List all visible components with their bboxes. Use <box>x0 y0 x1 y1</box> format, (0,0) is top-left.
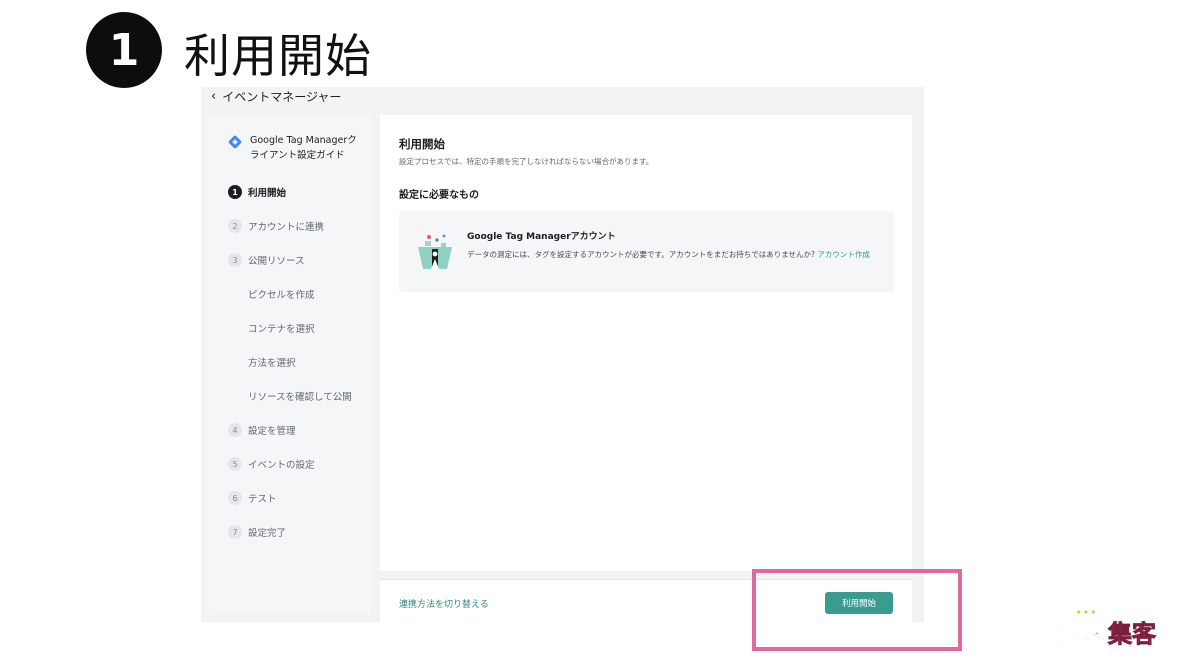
step-label: リソースを確認して公開 <box>248 392 352 403</box>
guide-header: Google Tag Managerクライアント設定ガイド <box>227 133 360 163</box>
slide-title: 利用開始 <box>184 29 372 83</box>
substep-item-select-container[interactable]: コンテナを選択 <box>228 311 368 345</box>
google-tag-manager-icon <box>227 134 243 150</box>
create-account-link[interactable]: アカウント作成 <box>817 250 870 259</box>
main-panel: 利用開始 設定プロセスでは、特定の手順を完了しなければならない場合があります。 … <box>380 115 912 571</box>
logo-text-left: 集まる <box>1058 625 1107 644</box>
step-label: イベントの設定 <box>248 460 315 471</box>
step-label: 公開リソース <box>248 256 305 267</box>
step-number: 2 <box>228 219 242 233</box>
step-list: 1 利用開始 2 アカウントに連携 3 公開リソース ピクセルを作成 コンテナを… <box>228 175 368 549</box>
card-body: データの測定には、タグを設定するアカウントが必要です。アカウントをまだお持ちでは… <box>467 248 882 262</box>
step-label: ピクセルを作成 <box>248 290 315 301</box>
screenshot-frame: ‹ イベントマネージャー Google Tag Managerクライアント設定ガ… <box>201 87 924 622</box>
back-to-events-manager-link[interactable]: ‹ イベントマネージャー <box>211 87 341 105</box>
logo-text-right: 集客 <box>1107 620 1157 648</box>
step-label: 設定を管理 <box>248 426 296 437</box>
guide-title: Google Tag Managerクライアント設定ガイド <box>250 135 357 161</box>
step-item-setup-complete[interactable]: 7 設定完了 <box>228 515 368 549</box>
requirements-heading: 設定に必要なもの <box>399 190 479 201</box>
step-number: 6 <box>228 491 242 505</box>
step-number: 4 <box>228 423 242 437</box>
main-title: 利用開始 <box>399 137 445 151</box>
step-item-event-setup[interactable]: 5 イベントの設定 <box>228 447 368 481</box>
main-description: 設定プロセスでは、特定の手順を完了しなければならない場合があります。 <box>399 157 654 166</box>
step-number: 1 <box>228 185 242 199</box>
step-label: アカウントに連携 <box>248 222 325 233</box>
setup-guide-sidebar: Google Tag Managerクライアント設定ガイド 1 利用開始 2 ア… <box>209 115 371 615</box>
step-item-manage-settings[interactable]: 4 設定を管理 <box>228 413 368 447</box>
brand-logo: ★ ★ ★ 集まる 集客 <box>1058 609 1157 648</box>
back-link-label: イベントマネージャー <box>222 89 342 104</box>
step-number: 7 <box>228 525 242 539</box>
switch-connection-method-link[interactable]: 連携方法を切り替える <box>399 597 489 610</box>
step-item-connect-account[interactable]: 2 アカウントに連携 <box>228 209 368 243</box>
step-number: 3 <box>228 253 242 267</box>
highlight-box <box>752 569 962 651</box>
chevron-left-icon: ‹ <box>211 88 217 104</box>
step-label: テスト <box>248 494 277 505</box>
step-label: 方法を選択 <box>248 358 296 369</box>
step-item-publish-resources[interactable]: 3 公開リソース <box>228 243 368 277</box>
substep-item-review-publish[interactable]: リソースを確認して公開 <box>228 379 368 413</box>
card-body-text: データの測定には、タグを設定するアカウントが必要です。アカウントをまだお持ちでは… <box>467 250 816 259</box>
substep-item-create-pixel[interactable]: ピクセルを作成 <box>228 277 368 311</box>
requirement-card: Google Tag Managerアカウント データの測定には、タグを設定する… <box>399 211 894 292</box>
step-label: コンテナを選択 <box>248 324 315 335</box>
step-label: 設定完了 <box>248 528 287 539</box>
step-number-badge: 1 <box>86 12 162 88</box>
step-item-start[interactable]: 1 利用開始 <box>228 175 368 209</box>
step-label: 利用開始 <box>248 188 287 199</box>
step-item-test[interactable]: 6 テスト <box>228 481 368 515</box>
shopping-bag-illustration-icon <box>418 234 452 269</box>
substep-item-select-method[interactable]: 方法を選択 <box>228 345 368 379</box>
step-number: 5 <box>228 457 242 471</box>
svg-text:★ ★ ★: ★ ★ ★ <box>1076 609 1096 616</box>
card-title: Google Tag Managerアカウント <box>467 232 616 242</box>
